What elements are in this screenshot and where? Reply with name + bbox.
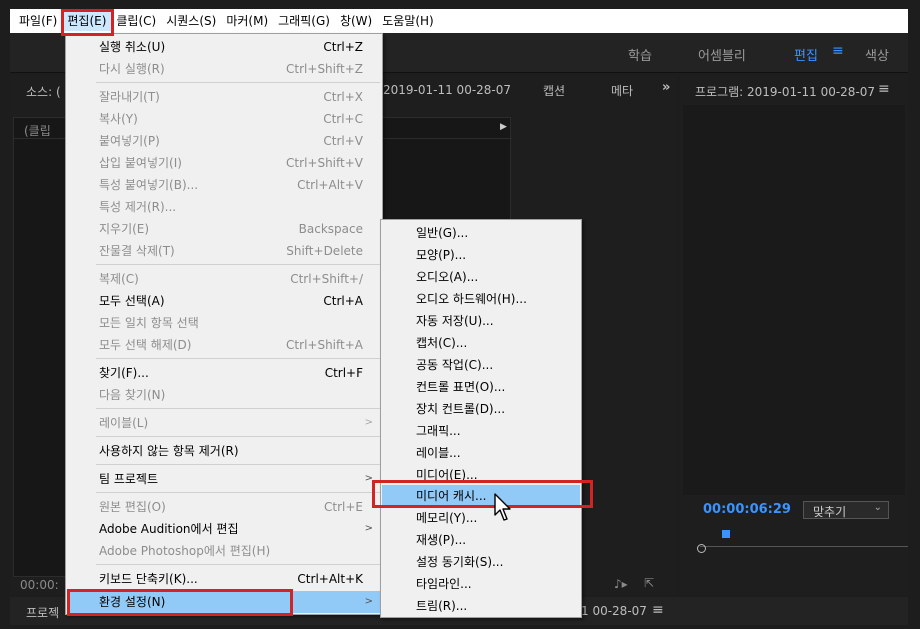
- chevron-right-icon: >: [364, 417, 373, 428]
- menu-help[interactable]: 도움말(H): [377, 11, 439, 31]
- menu-window[interactable]: 창(W): [335, 11, 377, 31]
- menu-item-duplicate[interactable]: 복제(C) Ctrl+Shift+/: [67, 268, 381, 290]
- sequence-tab-label[interactable]: 1 00-28-07: [581, 604, 647, 618]
- menu-item-find[interactable]: 찾기(F)... Ctrl+F: [67, 362, 381, 384]
- workspace-tab-learn[interactable]: 학습: [628, 45, 652, 64]
- edit-menu: 실행 취소(U) Ctrl+Z 다시 실행(R) Ctrl+Shift+Z 잘라내기…: [65, 33, 383, 615]
- menu-item-ripple-delete[interactable]: 잔물결 삭제(T) Shift+Delete: [67, 240, 381, 262]
- submenu-item-appearance[interactable]: 모양(P)...: [382, 244, 580, 266]
- menu-item-select-all-matching[interactable]: 모든 일치 항목 선택: [67, 312, 381, 334]
- menu-item-edit-original[interactable]: 원본 편집(O) Ctrl+E: [67, 496, 381, 518]
- menu-item-paste[interactable]: 붙여넣기(P) Ctrl+V: [67, 130, 381, 152]
- sequence-menu-icon[interactable]: ≡: [652, 602, 664, 618]
- menu-item-edit-in-photoshop[interactable]: Adobe Photoshop에서 편집(H): [67, 540, 381, 562]
- menu-bar: 파일(F) 편집(E) 클립(C) 시퀀스(S) 마커(M) 그래픽(G) 창(…: [10, 9, 908, 33]
- zoom-handle[interactable]: [697, 544, 706, 553]
- submenu-item-capture[interactable]: 캡처(C)...: [382, 332, 580, 354]
- menu-separator: [96, 436, 380, 437]
- clip-label: (클립: [24, 124, 51, 138]
- menu-graphics[interactable]: 그래픽(G): [273, 11, 335, 31]
- mouse-pointer-icon: [494, 493, 511, 521]
- program-panel-title[interactable]: 프로그램: 2019-01-11 00-28-07: [695, 83, 875, 100]
- play-arrow-icon[interactable]: ▶: [500, 122, 507, 132]
- menu-sequence[interactable]: 시퀀스(S): [161, 11, 221, 31]
- menu-item-select-all[interactable]: 모두 선택(A) Ctrl+A: [67, 290, 381, 312]
- chevron-down-icon: ⌄: [873, 502, 882, 513]
- menu-file[interactable]: 파일(F): [14, 11, 62, 31]
- submenu-item-media-cache[interactable]: 미디어 캐시...: [382, 485, 580, 507]
- submenu-item-audio-hardware[interactable]: 오디오 하드웨어(H)...: [382, 288, 580, 310]
- menu-separator: [96, 408, 380, 409]
- workspace-menu-icon[interactable]: ≡: [832, 43, 844, 59]
- submenu-item-labels[interactable]: 레이블...: [382, 442, 580, 464]
- submenu-item-media[interactable]: 미디어(E)...: [382, 464, 580, 486]
- menu-item-redo[interactable]: 다시 실행(R) Ctrl+Shift+Z: [67, 58, 381, 80]
- menu-separator: [96, 492, 380, 493]
- menu-separator: [96, 264, 380, 265]
- menu-item-label[interactable]: 레이블(L) >: [67, 412, 381, 434]
- submenu-item-device-control[interactable]: 장치 컨트롤(D)...: [382, 398, 580, 420]
- fit-select-value: 맞추기: [813, 505, 847, 519]
- menu-separator: [96, 358, 380, 359]
- submenu-item-trim[interactable]: 트림(R)...: [382, 595, 580, 617]
- workspace-tab-assembly[interactable]: 어셈블리: [698, 45, 746, 64]
- menu-clip[interactable]: 클립(C): [111, 11, 161, 31]
- export-frame-icon[interactable]: ⇱: [644, 576, 654, 590]
- menu-item-remove-unused[interactable]: 사용하지 않는 항목 제거(R): [67, 440, 381, 462]
- menu-item-team-project[interactable]: 팀 프로젝트 >: [67, 468, 381, 490]
- tab-project[interactable]: 프로젝: [26, 604, 59, 621]
- workspace-tab-color[interactable]: 색상: [865, 45, 889, 64]
- source-panel-title[interactable]: 소스: (: [26, 83, 61, 100]
- menu-item-remove-attributes[interactable]: 특성 제거(R)...: [67, 196, 381, 218]
- panel-overflow-icon[interactable]: »: [662, 80, 670, 95]
- program-viewer: [683, 105, 905, 495]
- submenu-item-audio[interactable]: 오디오(A)...: [382, 266, 580, 288]
- source-timecode: 00:00:: [20, 578, 59, 592]
- fit-select[interactable]: 맞추기 ⌄: [803, 501, 889, 519]
- menu-item-preferences[interactable]: 환경 설정(N) >: [67, 591, 381, 613]
- preferences-submenu: 일반(G)... 모양(P)... 오디오(A)... 오디오 하드웨어(H).…: [380, 219, 582, 618]
- menu-item-edit-in-audition[interactable]: Adobe Audition에서 편집 >: [67, 518, 381, 540]
- submenu-item-control-surface[interactable]: 컨트롤 표면(O)...: [382, 376, 580, 398]
- chevron-right-icon: >: [364, 473, 373, 484]
- program-panel: 프로그램: 2019-01-11 00-28-07 ≡ 00:00:06:29 …: [680, 75, 908, 595]
- submenu-item-collaboration[interactable]: 공동 작업(C)...: [382, 354, 580, 376]
- chevron-right-icon: >: [364, 596, 373, 607]
- program-timecode[interactable]: 00:00:06:29: [703, 502, 791, 517]
- menu-marker[interactable]: 마커(M): [221, 11, 273, 31]
- chevron-right-icon: >: [364, 523, 373, 534]
- menu-separator: [96, 82, 380, 83]
- time-ruler[interactable]: [700, 541, 908, 547]
- menu-item-deselect-all[interactable]: 모두 선택 해제(D) Ctrl+Shift+A: [67, 334, 381, 356]
- program-panel-menu-icon[interactable]: ≡: [878, 81, 890, 97]
- playhead-marker[interactable]: [722, 530, 730, 538]
- submenu-item-sync-settings[interactable]: 설정 동기화(S)...: [382, 551, 580, 573]
- submenu-item-graphics[interactable]: 그래픽...: [382, 420, 580, 442]
- submenu-item-timeline[interactable]: 타임라인...: [382, 573, 580, 595]
- menu-item-keyboard-shortcuts[interactable]: 키보드 단축키(K)... Ctrl+Alt+K: [67, 568, 381, 590]
- tab-metadata[interactable]: 메타: [611, 82, 633, 99]
- submenu-item-general[interactable]: 일반(G)...: [382, 222, 580, 244]
- submenu-item-auto-save[interactable]: 자동 저장(U)...: [382, 310, 580, 332]
- insert-icon[interactable]: ♪▸: [614, 577, 628, 591]
- tab-captions[interactable]: 캡션: [543, 82, 565, 99]
- workspace-tab-editing[interactable]: 편집: [794, 45, 818, 64]
- menu-separator: [96, 564, 380, 565]
- menu-separator: [96, 464, 380, 465]
- menu-item-undo[interactable]: 실행 취소(U) Ctrl+Z: [67, 36, 381, 58]
- menu-item-copy[interactable]: 복사(Y) Ctrl+C: [67, 108, 381, 130]
- submenu-item-memory[interactable]: 메모리(Y)...: [382, 507, 580, 529]
- menu-item-find-next[interactable]: 다음 찾기(N): [67, 384, 381, 406]
- submenu-item-playback[interactable]: 재생(P)...: [382, 529, 580, 551]
- menu-edit[interactable]: 편집(E): [62, 11, 112, 31]
- menu-item-cut[interactable]: 잘라내기(T) Ctrl+X: [67, 86, 381, 108]
- menu-item-paste-insert[interactable]: 삽입 붙여넣기(I) Ctrl+Shift+V: [67, 152, 381, 174]
- menu-item-paste-attributes[interactable]: 특성 붙여넣기(B)... Ctrl+Alt+V: [67, 174, 381, 196]
- menu-item-clear[interactable]: 지우기(E) Backspace: [67, 218, 381, 240]
- source-clip-title: 2019-01-11 00-28-07: [383, 83, 512, 97]
